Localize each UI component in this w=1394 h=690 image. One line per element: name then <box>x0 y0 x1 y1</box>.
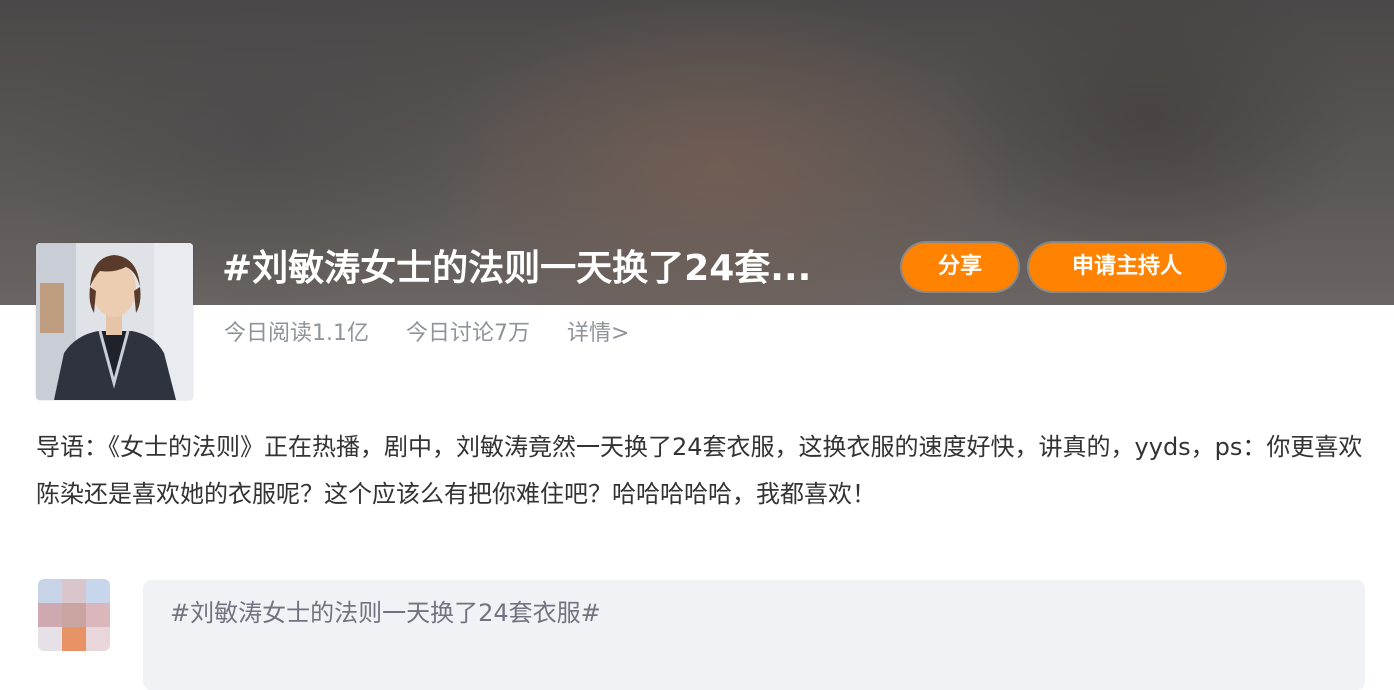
topic-title: #刘敏涛女士的法则一天换了24套... <box>222 248 812 289</box>
read-count: 今日阅读1.1亿 <box>224 321 369 346</box>
topic-intro: 导语：《女士的法则》正在热播，剧中，刘敏涛竟然一天换了24套衣服，这换衣服的速度… <box>36 433 1363 508</box>
apply-host-button[interactable]: 申请主持人 <box>1029 243 1225 291</box>
user-avatar[interactable] <box>38 579 110 651</box>
discussion-count: 今日讨论7万 <box>406 321 530 346</box>
woman-portrait-icon <box>36 243 193 400</box>
topic-avatar <box>36 243 193 400</box>
compose-text[interactable]: #刘敏涛女士的法则一天换了24套衣服# <box>170 596 601 630</box>
share-button[interactable]: 分享 <box>902 243 1018 291</box>
topic-stats: 今日阅读1.1亿 今日讨论7万 详情> <box>224 318 659 350</box>
details-link[interactable]: 详情> <box>567 321 629 346</box>
